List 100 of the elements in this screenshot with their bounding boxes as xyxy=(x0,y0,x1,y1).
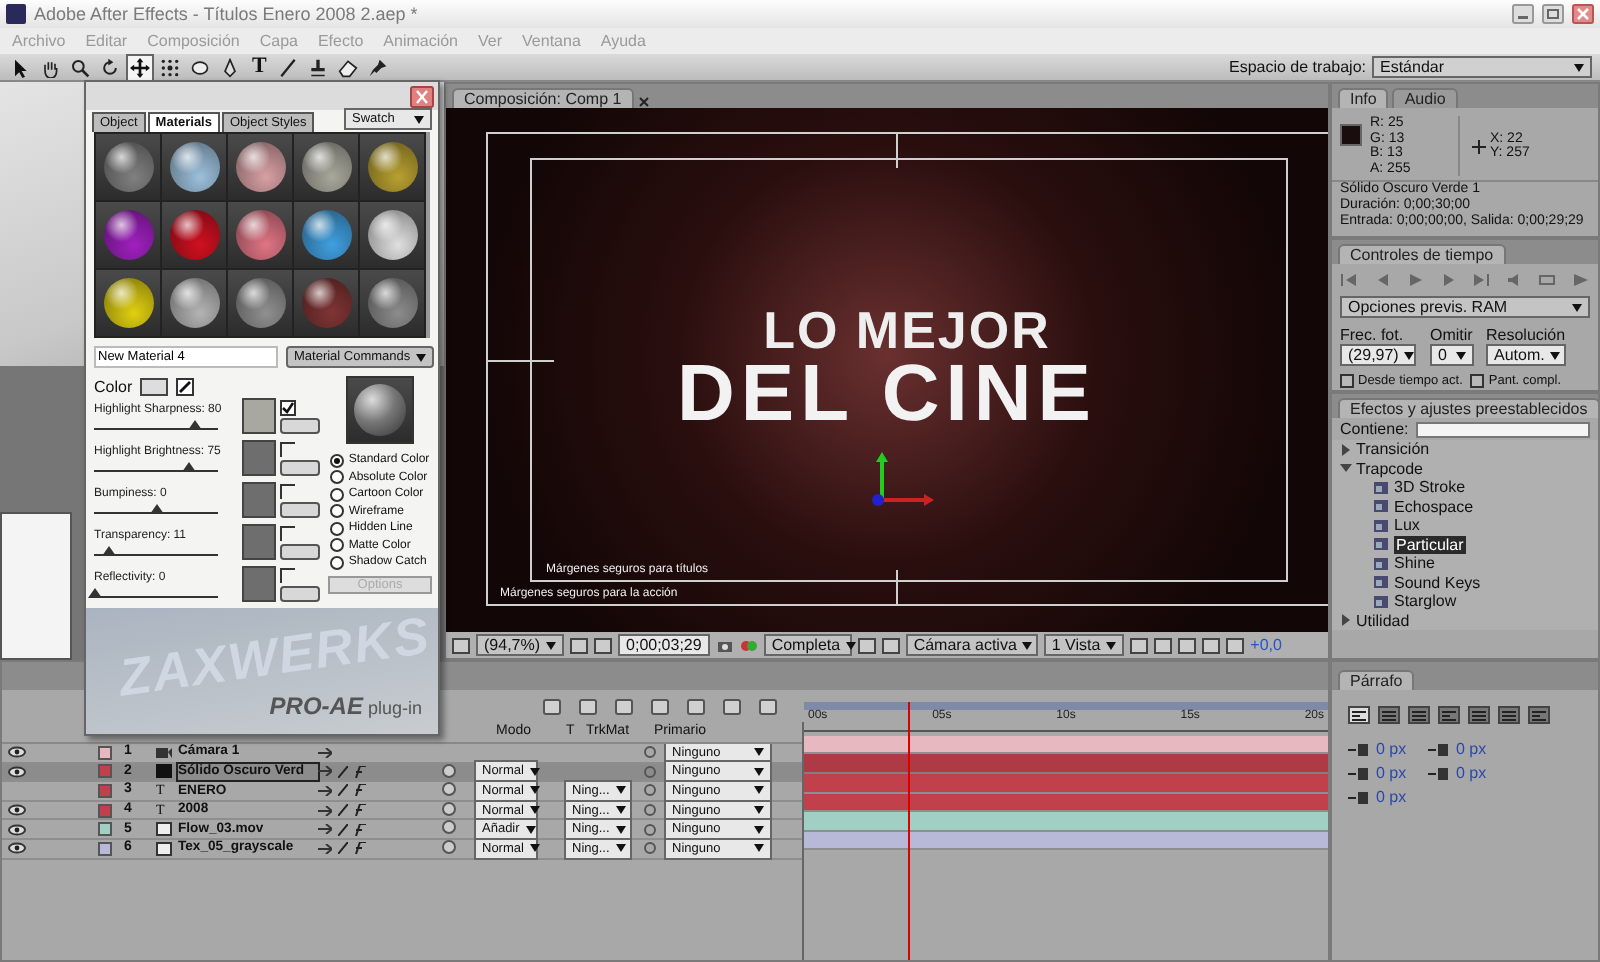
slider-thumb-icon[interactable] xyxy=(181,461,195,472)
safe-margins-icon[interactable] xyxy=(570,637,589,653)
disclosure-triangle-icon[interactable] xyxy=(1340,443,1352,456)
graph-editor-icon[interactable] xyxy=(686,697,706,715)
shy-switch-icon[interactable] xyxy=(318,843,332,854)
slider-track[interactable] xyxy=(94,545,218,556)
close-icon[interactable] xyxy=(1572,4,1594,24)
effect-item[interactable]: Sound Keys xyxy=(1394,573,1481,592)
justify-center-icon[interactable] xyxy=(1468,706,1490,724)
map-dropdown[interactable] xyxy=(280,460,320,477)
checkbox[interactable] xyxy=(280,525,296,542)
radio-button[interactable] xyxy=(330,470,345,485)
label-color[interactable] xyxy=(98,803,112,818)
move-icon[interactable] xyxy=(128,55,152,79)
material-sphere[interactable] xyxy=(103,142,153,192)
effects-switch-icon[interactable] xyxy=(354,823,368,836)
layer-duration-bar[interactable] xyxy=(804,735,1328,755)
texture-swatch[interactable] xyxy=(242,566,276,602)
eyedropper-icon[interactable] xyxy=(176,378,195,396)
panel-tab[interactable]: Párrafo xyxy=(1338,669,1415,690)
align-left-icon[interactable] xyxy=(1348,706,1370,724)
panel-tab[interactable]: Efectos y ajustes preestablecidos xyxy=(1338,397,1598,418)
material-sphere[interactable] xyxy=(235,210,285,260)
shy-switch-icon[interactable] xyxy=(318,805,332,816)
texture-swatch[interactable] xyxy=(242,440,276,476)
slider-track[interactable] xyxy=(94,503,218,514)
material-sphere[interactable] xyxy=(235,278,285,328)
color-channel-icon[interactable] xyxy=(739,637,758,653)
align-right-icon[interactable] xyxy=(1408,706,1430,724)
flowchart-icon[interactable] xyxy=(1202,637,1221,653)
pin-icon[interactable] xyxy=(366,55,391,79)
label-color[interactable] xyxy=(98,822,112,837)
map-dropdown[interactable] xyxy=(280,418,320,435)
stamp-icon[interactable] xyxy=(306,55,331,79)
material-sphere[interactable] xyxy=(169,278,219,328)
disclosure-triangle-icon[interactable] xyxy=(1340,462,1352,475)
value-dropdown[interactable]: Autom. xyxy=(1486,344,1566,367)
close-icon[interactable] xyxy=(410,85,434,107)
checkbox[interactable] xyxy=(280,567,296,584)
effects-switch-icon[interactable] xyxy=(354,765,368,778)
shy-switch-icon[interactable] xyxy=(318,824,332,835)
checkbox[interactable] xyxy=(280,441,296,458)
material-sphere[interactable] xyxy=(235,142,285,192)
panel-tab[interactable]: Controles de tiempo xyxy=(1338,243,1506,264)
effect-item[interactable]: Starglow xyxy=(1394,592,1457,611)
effect-item[interactable]: Lux xyxy=(1394,516,1420,535)
texture-swatch[interactable] xyxy=(242,398,276,434)
slider-track[interactable] xyxy=(94,461,218,472)
color-swatch[interactable] xyxy=(140,378,169,396)
texture-swatch[interactable] xyxy=(242,482,276,518)
exposure-icon[interactable] xyxy=(1226,637,1245,653)
new-comp-icon[interactable] xyxy=(542,697,562,715)
justify-left-icon[interactable] xyxy=(1438,706,1460,724)
label-color[interactable] xyxy=(98,764,112,779)
effect-item[interactable]: Shine xyxy=(1394,554,1435,573)
material-sphere[interactable] xyxy=(367,142,417,192)
panel-tab[interactable]: Info xyxy=(1338,87,1389,108)
pixel-aspect-icon[interactable] xyxy=(1130,637,1149,653)
effect-item[interactable]: Particular xyxy=(1394,535,1466,554)
slider-track[interactable] xyxy=(94,419,218,430)
eye-icon[interactable] xyxy=(8,804,26,817)
slider-thumb-icon[interactable] xyxy=(187,419,202,430)
value-dropdown[interactable]: 0 xyxy=(1430,344,1474,367)
shy-switch-icon[interactable] xyxy=(318,785,332,796)
map-dropdown[interactable] xyxy=(280,502,320,519)
material-sphere[interactable] xyxy=(367,278,417,328)
effect-item[interactable]: Echospace xyxy=(1394,497,1474,516)
draft-3d-icon[interactable] xyxy=(578,697,598,715)
ellipse-icon[interactable] xyxy=(188,55,212,79)
material-sphere[interactable] xyxy=(301,278,351,328)
camera-icon[interactable] xyxy=(715,637,734,653)
radio-button[interactable] xyxy=(330,521,345,536)
workspace-dropdown[interactable]: Estándar xyxy=(1372,56,1592,78)
shy-switch-icon[interactable] xyxy=(318,766,332,777)
effect-item[interactable]: 3D Stroke xyxy=(1394,478,1466,497)
zoom-dropdown[interactable]: (94,7%) xyxy=(476,634,565,656)
radio-button[interactable] xyxy=(330,504,345,519)
slider-track[interactable] xyxy=(94,587,218,598)
radio-button[interactable] xyxy=(330,555,345,570)
label-color[interactable] xyxy=(98,841,112,856)
fast-preview-icon[interactable] xyxy=(1154,637,1173,653)
value-dropdown[interactable]: (29,97) xyxy=(1340,344,1416,367)
rotate-icon[interactable] xyxy=(98,55,122,79)
shy-switch-icon[interactable] xyxy=(318,747,332,758)
minimize-icon[interactable] xyxy=(1512,4,1534,24)
resolution-dropdown[interactable]: Completa xyxy=(763,634,852,656)
region-icon[interactable] xyxy=(857,637,876,653)
composition-tab[interactable]: Composición: Comp 1 xyxy=(452,87,634,108)
ram-options-dropdown[interactable]: Opciones previs. RAM xyxy=(1340,296,1590,318)
close-icon[interactable] xyxy=(637,96,650,108)
material-sphere[interactable] xyxy=(367,210,417,260)
mask-toggle-icon[interactable] xyxy=(594,637,613,653)
checkbox[interactable] xyxy=(280,483,296,500)
eye-icon[interactable] xyxy=(8,746,26,759)
camera-dropdown[interactable]: Cámara activa xyxy=(905,634,1038,656)
brush-icon[interactable] xyxy=(276,55,301,79)
folder-item[interactable]: Utilidad xyxy=(1356,611,1410,630)
texture-swatch[interactable] xyxy=(242,524,276,560)
eye-icon[interactable] xyxy=(8,765,26,778)
folder-item[interactable]: Trapcode xyxy=(1356,459,1423,478)
